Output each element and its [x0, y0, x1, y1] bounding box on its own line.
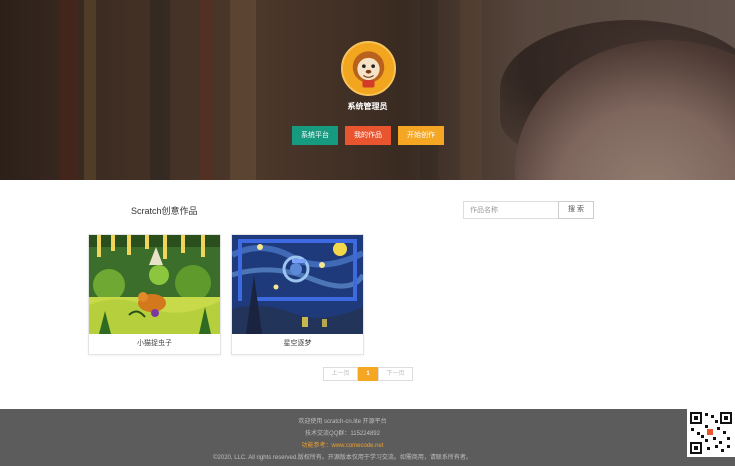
footer-qq-group: 技术交流QQ群：115224892 [305, 431, 380, 437]
starry-night-thumbnail [232, 235, 363, 334]
qr-code [687, 409, 735, 457]
page-1-button[interactable]: 1 [358, 367, 378, 381]
work-card[interactable]: 小猫捉虫子 [88, 234, 221, 355]
prev-page-button[interactable]: 上一页 [323, 367, 358, 381]
footer-reference-link[interactable]: www.comecode.net [331, 443, 383, 449]
start-create-button[interactable]: 开始创作 [398, 126, 444, 145]
work-title: 小猫捉虫子 [137, 340, 172, 347]
footer: 欢迎使用 scratch-cn.lite 开源平台 技术交流QQ群：115224… [0, 409, 735, 466]
work-card[interactable]: 星空逐梦 [231, 234, 364, 355]
qr-code-icon [689, 411, 733, 455]
hero-banner: 系统管理员 系统平台 我的作品 开始创作 [0, 0, 735, 180]
search-input[interactable] [463, 201, 559, 219]
next-page-button[interactable]: 下一页 [378, 367, 413, 381]
avatar[interactable] [341, 41, 396, 96]
footer-reference-label: 功能参考： [301, 443, 332, 449]
my-works-button[interactable]: 我的作品 [345, 126, 391, 145]
platform-button[interactable]: 系统平台 [292, 126, 338, 145]
lion-avatar-icon [343, 43, 394, 94]
jungle-scene-thumbnail [89, 235, 220, 334]
footer-copyright: ©2020, LLC. All rights reserved.版权所有。开源版… [213, 455, 472, 461]
footer-welcome: 欢迎使用 scratch-cn.lite 开源平台 [298, 419, 387, 425]
pagination: 上一页 1 下一页 [323, 367, 413, 381]
username: 系统管理员 [347, 102, 388, 111]
search-button[interactable]: 搜 索 [558, 201, 594, 219]
section-title: Scratch创意作品 [131, 206, 198, 216]
work-title: 星空逐梦 [283, 340, 312, 347]
footer-reference: 功能参考：www.comecode.net [0, 440, 685, 449]
